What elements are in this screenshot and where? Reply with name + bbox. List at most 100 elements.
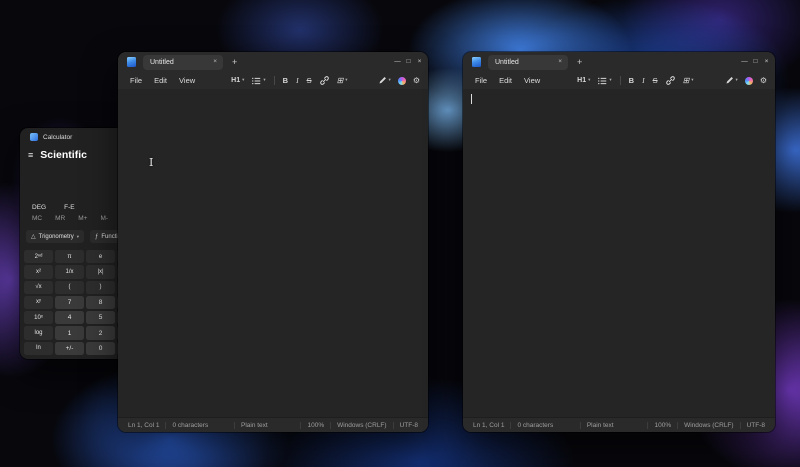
formatting-toggle-button[interactable]: ▾ [378,76,391,85]
maximize-button[interactable]: □ [403,59,414,66]
calc-key-10x[interactable]: 10ˣ [24,311,53,324]
deg-button[interactable]: DEG [32,204,46,211]
italic-button[interactable]: I [296,77,299,85]
chevron-down-icon: ▾ [263,78,265,83]
chevron-down-icon: ▾ [242,78,244,83]
text-editor-area-1[interactable] [118,89,428,417]
toolbar-divider [274,76,275,85]
trigonometry-dropdown[interactable]: △ Trigonometry ▾ [26,230,84,243]
chevron-down-icon: ▾ [609,78,611,83]
calc-key-reciprocal[interactable]: 1/x [55,265,84,278]
list-button[interactable]: ▾ [598,77,611,85]
menu-view[interactable]: View [518,76,546,85]
calc-key-5[interactable]: 5 [86,311,115,324]
menu-view[interactable]: View [173,76,201,85]
italic-button[interactable]: I [642,77,645,85]
calc-key-square[interactable]: x² [24,265,53,278]
calc-key-power[interactable]: xʸ [24,296,53,309]
calc-key-e[interactable]: e [86,250,115,263]
memory-clear-button[interactable]: MC [32,215,42,224]
status-zoom[interactable]: 100% [647,422,677,429]
table-button[interactable]: ⊞ ▾ [337,77,348,85]
link-button[interactable] [666,76,675,85]
fe-button[interactable]: F-E [64,204,74,211]
list-button[interactable]: ▾ [252,77,265,85]
calc-key-1[interactable]: 1 [55,326,84,339]
trigonometry-label: Trigonometry [39,234,74,240]
tab-close-icon[interactable]: × [211,59,219,66]
close-button[interactable]: × [414,59,425,66]
copilot-icon[interactable] [398,77,406,85]
link-button[interactable] [320,76,329,85]
chevron-down-icon: ▾ [736,78,738,83]
menu-file[interactable]: File [469,76,493,85]
status-char-count: 0 characters [165,422,214,429]
status-zoom[interactable]: 100% [300,422,330,429]
memory-subtract-button[interactable]: M- [100,215,108,224]
calc-key-close-paren[interactable]: ) [86,281,115,294]
close-button[interactable]: × [761,59,772,66]
calc-key-pi[interactable]: π [55,250,84,263]
bold-button[interactable]: B [283,77,288,85]
formatting-toolbar: H1 ▾ ▾ B I S [577,76,693,85]
toolbar-right-group: ▾ ⚙ [378,76,420,85]
calc-key-7[interactable]: 7 [55,296,84,309]
new-tab-button[interactable]: + [232,58,237,67]
notepad-window-2: Untitled × + — □ × File Edit View H1 ▾ [463,52,775,432]
bold-button[interactable]: B [629,77,634,85]
heading-style-button[interactable]: H1 ▾ [231,77,244,84]
status-bar-2: Ln 1, Col 1 0 characters Plain text 100%… [463,417,775,432]
settings-gear-icon[interactable]: ⚙ [760,77,767,85]
calc-key-2[interactable]: 2 [86,326,115,339]
tab-untitled-1[interactable]: Untitled × [143,55,223,70]
calc-key-0[interactable]: 0 [86,342,115,355]
chevron-down-icon: ▾ [345,78,347,83]
maximize-button[interactable]: □ [750,59,761,66]
memory-add-button[interactable]: M+ [78,215,87,224]
navigation-menu-icon[interactable]: ≡ [28,151,33,160]
strikethrough-button[interactable]: S [307,77,312,85]
table-icon: ⊞ [337,77,344,85]
new-tab-button[interactable]: + [577,58,582,67]
tab-untitled-2[interactable]: Untitled × [488,55,568,70]
titlebar-1[interactable]: Untitled × + — □ × [118,52,428,72]
notepad-window-1: Untitled × + — □ × File Edit View H1 ▾ [118,52,428,432]
copilot-icon[interactable] [745,77,753,85]
calculator-app-icon [30,133,38,141]
menubar-1: File Edit View H1 ▾ ▾ B I S [118,72,428,89]
calculator-mode-label: Scientific [40,149,87,161]
settings-gear-icon[interactable]: ⚙ [413,77,420,85]
bullet-list-icon [598,77,607,85]
formatting-toggle-button[interactable]: ▾ [725,76,738,85]
titlebar-2[interactable]: Untitled × + — □ × [463,52,775,72]
calc-key-2nd[interactable]: 2ⁿᵈ [24,250,53,263]
calc-key-log[interactable]: log [24,326,53,339]
table-button[interactable]: ⊞ ▾ [683,77,694,85]
calc-key-abs[interactable]: |x| [86,265,115,278]
status-line-ending: Windows (CRLF) [677,422,739,429]
triangle-icon: △ [31,233,36,240]
menu-edit[interactable]: Edit [148,76,173,85]
calc-key-ln[interactable]: ln [24,342,53,355]
calc-key-4[interactable]: 4 [55,311,84,324]
calc-key-sqrt[interactable]: √x [24,281,53,294]
status-doc-format: Plain text [234,422,274,429]
memory-recall-button[interactable]: MR [55,215,65,224]
strikethrough-button[interactable]: S [653,77,658,85]
heading-style-button[interactable]: H1 ▾ [577,77,590,84]
tab-close-icon[interactable]: × [556,59,564,66]
bullet-list-icon [252,77,261,85]
menu-file[interactable]: File [124,76,148,85]
calc-key-open-paren[interactable]: ( [55,281,84,294]
calc-key-8[interactable]: 8 [86,296,115,309]
text-editor-area-2[interactable] [463,89,775,417]
tab-title: Untitled [495,59,556,66]
status-bar-1: Ln 1, Col 1 0 characters Plain text 100%… [118,417,428,432]
tab-title: Untitled [150,59,211,66]
calc-key-negate[interactable]: +/- [55,342,84,355]
menubar-2: File Edit View H1 ▾ ▾ B I S [463,72,775,89]
minimize-button[interactable]: — [392,59,403,66]
minimize-button[interactable]: — [739,59,750,66]
menu-edit[interactable]: Edit [493,76,518,85]
status-doc-format: Plain text [580,422,620,429]
